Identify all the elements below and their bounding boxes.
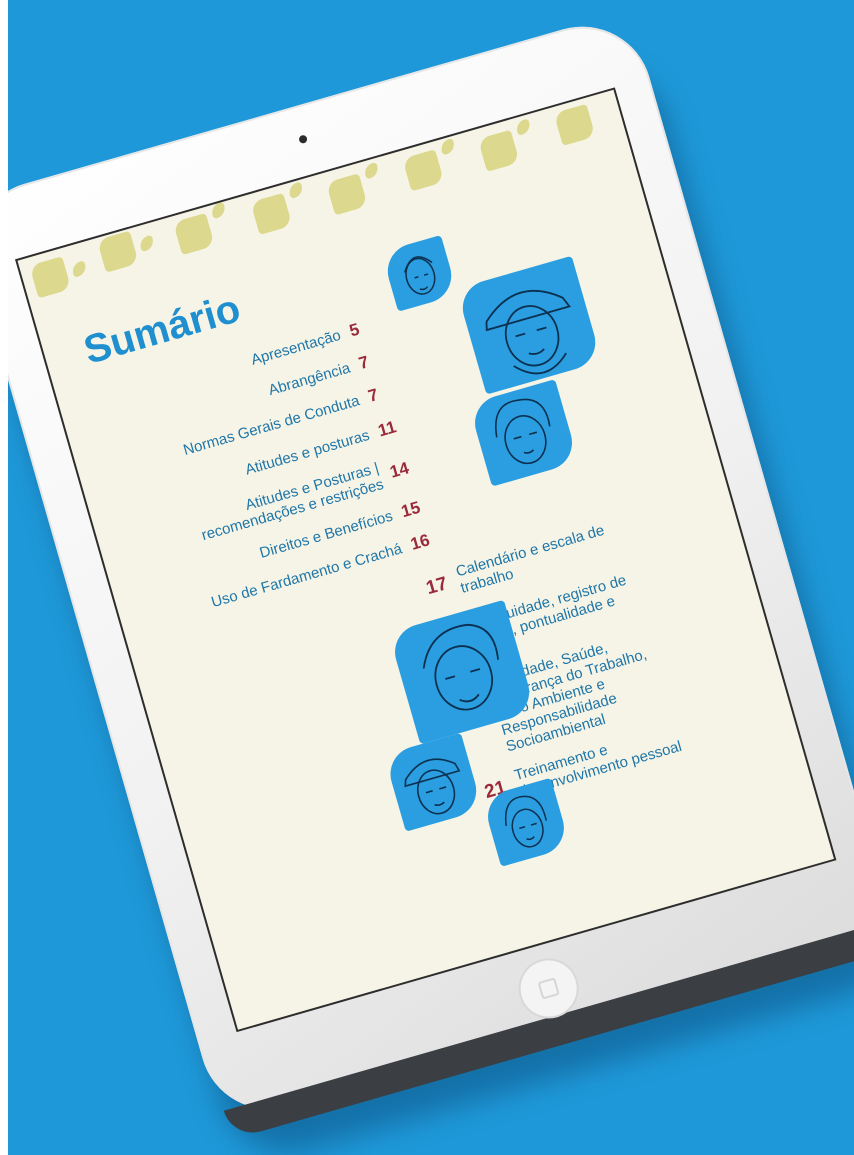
- tablet-device: Sumário Apresentação 5 Abrangência 7 Norma…: [8, 10, 854, 1126]
- toc-entry-page: 15: [399, 497, 423, 522]
- home-button-icon[interactable]: [511, 951, 586, 1026]
- toc-entry-page: 11: [375, 417, 399, 441]
- portrait-illustration: [456, 255, 602, 395]
- blue-background: Sumário Apresentação 5 Abrangência 7 Norma…: [8, 0, 854, 1155]
- toc-entry-page: 14: [387, 458, 412, 482]
- camera-icon: [298, 134, 309, 145]
- portrait-illustration: [381, 235, 458, 312]
- toc-entry-page: 16: [408, 530, 432, 554]
- toc-entry-page: 7: [356, 352, 371, 374]
- toc-entry-page: 17: [423, 573, 450, 600]
- tablet-screen: Sumário Apresentação 5 Abrangência 7 Norma…: [14, 87, 837, 1033]
- portrait-illustration: [468, 379, 579, 487]
- toc-entry-title: Abrangência: [266, 359, 353, 399]
- toc-entry-page: 7: [365, 384, 381, 406]
- toc-entry-page: 5: [347, 319, 362, 341]
